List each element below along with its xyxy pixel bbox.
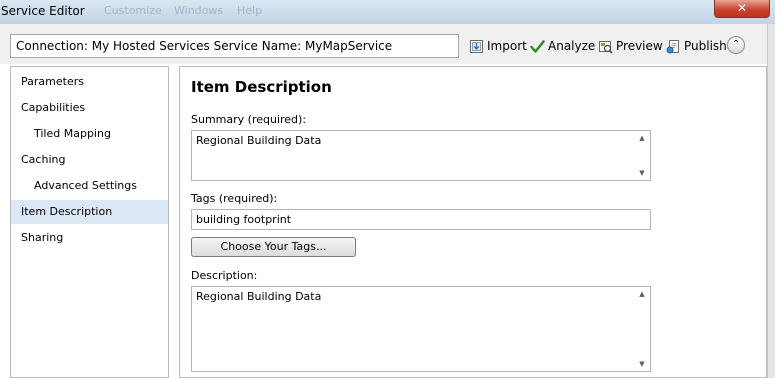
choose-tags-button[interactable]: Choose Your Tags... — [191, 237, 356, 257]
sidebar-item-label: Advanced Settings — [34, 179, 137, 192]
ghost-menu-help: Help — [237, 4, 263, 17]
sidebar-item-capabilities[interactable]: Capabilities — [11, 96, 168, 120]
sidebar-item-tiled-mapping[interactable]: Tiled Mapping — [11, 122, 168, 146]
import-label: Import — [487, 39, 527, 53]
sidebar-item-sharing[interactable]: Sharing — [11, 226, 168, 250]
preview-button[interactable]: Preview — [598, 37, 663, 55]
preview-icon — [598, 39, 613, 54]
import-icon — [469, 39, 484, 54]
summary-field[interactable]: Regional Building Data ▲ ▼ — [191, 130, 651, 181]
analyze-button[interactable]: Analyze — [530, 37, 595, 55]
connection-info: Connection: My Hosted Services Service N… — [10, 34, 459, 58]
summary-value: Regional Building Data — [196, 134, 322, 147]
summary-label: Summary (required): — [191, 113, 307, 126]
scroll-up-icon[interactable]: ▲ — [634, 290, 650, 298]
scroll-down-icon[interactable]: ▼ — [634, 360, 650, 368]
scroll-up-icon[interactable]: ▲ — [634, 134, 650, 142]
settings-sidebar: Parameters Capabilities Tiled Mapping Ca… — [10, 66, 169, 378]
sidebar-item-label: Capabilities — [21, 101, 86, 114]
scroll-down-icon[interactable]: ▼ — [634, 169, 650, 177]
import-button[interactable]: Import — [469, 37, 527, 55]
checkmark-icon — [530, 39, 545, 54]
description-value: Regional Building Data — [196, 290, 322, 303]
preview-label: Preview — [616, 39, 663, 53]
analyze-label: Analyze — [548, 39, 596, 53]
publish-label: Publish — [684, 39, 727, 53]
sidebar-item-caching[interactable]: Caching — [11, 148, 168, 172]
sidebar-item-parameters[interactable]: Parameters — [11, 70, 168, 94]
service-toolbar: Connection: My Hosted Services Service N… — [0, 24, 775, 64]
page-title: Item Description — [191, 78, 332, 96]
window-edge — [767, 24, 775, 378]
close-icon: ✕ — [736, 1, 748, 15]
tags-label: Tags (required): — [191, 192, 278, 205]
tags-field[interactable]: building footprint — [191, 209, 651, 230]
description-field[interactable]: Regional Building Data ▲ ▼ — [191, 286, 651, 372]
description-scrollbar[interactable]: ▲ ▼ — [634, 287, 650, 371]
publish-icon — [666, 39, 681, 54]
description-label: Description: — [191, 269, 258, 282]
collapse-button[interactable]: ⌃ — [727, 36, 745, 54]
ghost-menu-windows: Windows — [174, 4, 224, 17]
item-description-panel: Item Description Summary (required): Reg… — [179, 66, 767, 378]
sidebar-item-advanced-settings[interactable]: Advanced Settings — [11, 174, 168, 198]
sidebar-item-item-description[interactable]: Item Description — [11, 200, 168, 224]
window-title: Service Editor — [1, 4, 85, 18]
sidebar-item-label: Caching — [21, 153, 66, 166]
ghost-menu-customize: Customize — [104, 4, 162, 17]
publish-button[interactable]: Publish — [666, 37, 727, 55]
sidebar-item-label: Item Description — [21, 205, 113, 218]
summary-scrollbar[interactable]: ▲ ▼ — [634, 131, 650, 180]
sidebar-item-label: Tiled Mapping — [34, 127, 111, 140]
sidebar-item-label: Sharing — [21, 231, 64, 244]
title-bar: Service Editor Customize Windows Help ✕ — [0, 0, 775, 25]
close-button[interactable]: ✕ — [714, 0, 770, 18]
sidebar-item-label: Parameters — [21, 75, 84, 88]
chevron-up-icon: ⌃ — [731, 39, 741, 50]
